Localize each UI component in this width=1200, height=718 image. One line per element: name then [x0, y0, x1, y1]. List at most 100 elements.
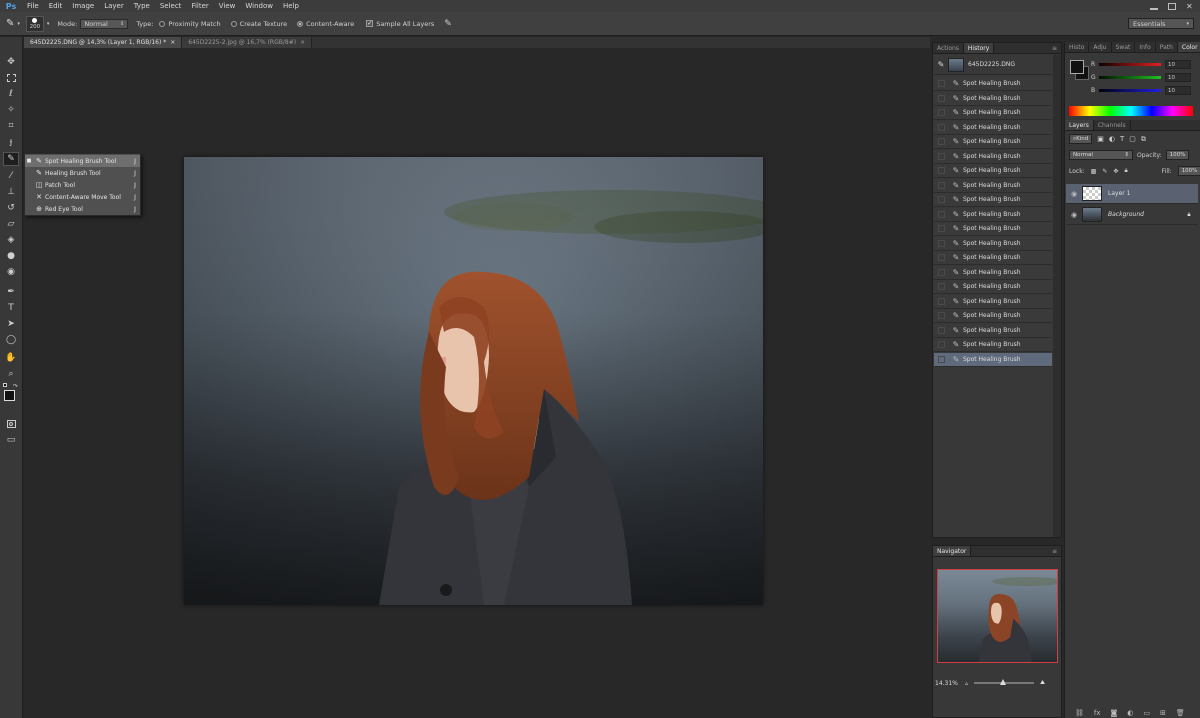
- lasso-tool-icon[interactable]: ℓ: [3, 87, 19, 101]
- tool-preset-icon[interactable]: ✎: [6, 18, 14, 29]
- history-source-checkbox[interactable]: [938, 167, 945, 174]
- eyedropper-tool-icon[interactable]: ɟ: [3, 135, 19, 149]
- navigator-preview[interactable]: [937, 569, 1058, 663]
- group-icon[interactable]: ▭: [1143, 709, 1150, 717]
- menu-select[interactable]: Select: [155, 0, 187, 12]
- layer-mask-icon[interactable]: ◙: [1111, 709, 1118, 717]
- workspace-switcher[interactable]: Essentials ▾: [1128, 18, 1194, 29]
- history-state-row[interactable]: ✎ Spot Healing Brush: [934, 265, 1052, 280]
- eraser-tool-icon[interactable]: ▱: [3, 217, 19, 231]
- red-gradient[interactable]: [1099, 63, 1161, 66]
- menu-file[interactable]: File: [22, 0, 44, 12]
- history-source-checkbox[interactable]: [938, 210, 945, 218]
- document-image[interactable]: [184, 157, 763, 605]
- history-state-row[interactable]: ✎ Spot Healing Brush: [934, 149, 1052, 164]
- filter-pixel-icon[interactable]: ▣: [1097, 135, 1104, 143]
- menu-edit[interactable]: Edit: [44, 0, 68, 12]
- close-tab-icon[interactable]: ×: [170, 39, 175, 46]
- layer-name[interactable]: Layer 1: [1108, 190, 1130, 197]
- history-source-checkbox[interactable]: [938, 254, 945, 261]
- tab-paths[interactable]: Path: [1156, 42, 1178, 52]
- flyout-item-healing-brush[interactable]: ✎ Healing Brush Tool J: [25, 167, 140, 179]
- opacity-field[interactable]: 100%: [1165, 150, 1190, 160]
- blue-gradient[interactable]: [1099, 89, 1161, 92]
- menu-help[interactable]: Help: [278, 0, 304, 12]
- menu-type[interactable]: Type: [129, 0, 155, 12]
- history-state-row[interactable]: ✎ Spot Healing Brush: [934, 352, 1052, 367]
- green-slider[interactable]: G 10: [1091, 73, 1199, 82]
- quick-selection-tool-icon[interactable]: ✧: [3, 103, 19, 117]
- filter-kind-select[interactable]: ⌕ Kind: [1069, 134, 1093, 144]
- link-layers-icon[interactable]: ⛓: [1075, 709, 1084, 717]
- visibility-eye-icon[interactable]: ◉: [1066, 190, 1082, 198]
- panel-menu-icon[interactable]: ≡: [1048, 546, 1061, 556]
- crop-tool-icon[interactable]: ⌗: [3, 119, 19, 133]
- adjustment-layer-icon[interactable]: ◐: [1127, 709, 1133, 717]
- zoom-tool-icon[interactable]: ⌕: [3, 367, 19, 381]
- color-spectrum[interactable]: [1069, 106, 1193, 116]
- filter-smart-object-icon[interactable]: ⧉: [1141, 135, 1146, 144]
- history-source-checkbox[interactable]: [938, 94, 945, 102]
- brush-size-picker[interactable]: 200: [25, 15, 44, 32]
- history-state-row[interactable]: ✎ Spot Healing Brush: [934, 236, 1052, 251]
- mode-select[interactable]: Normal ⇕: [80, 18, 129, 29]
- history-source-checkbox[interactable]: [938, 123, 945, 131]
- flyout-item-red-eye[interactable]: ⊕ Red Eye Tool J: [25, 203, 140, 215]
- history-state-row[interactable]: ✎ Spot Healing Brush: [934, 178, 1052, 193]
- zoom-out-icon[interactable]: ▵: [965, 680, 968, 687]
- foreground-color-swatch[interactable]: [1070, 60, 1084, 74]
- history-source-checkbox[interactable]: [938, 152, 945, 160]
- menu-image[interactable]: Image: [67, 0, 99, 12]
- history-source-checkbox[interactable]: [938, 138, 945, 145]
- path-selection-tool-icon[interactable]: ➤: [3, 317, 19, 331]
- history-source-checkbox[interactable]: [938, 297, 945, 305]
- swap-colors-icon[interactable]: ↷: [13, 383, 18, 390]
- tab-document-2[interactable]: 645D2225-2.jpg @ 16,7% (RGB/8#) ×: [182, 37, 313, 48]
- ellipse-tool-icon[interactable]: ◯: [3, 333, 19, 347]
- history-state-row[interactable]: ✎ Spot Healing Brush: [934, 280, 1052, 294]
- history-state-row[interactable]: ✎ Spot Healing Brush: [934, 164, 1052, 178]
- radio-proximity-match[interactable]: [159, 20, 166, 27]
- history-source-checkbox[interactable]: [938, 109, 945, 116]
- tab-histogram[interactable]: Histo: [1065, 42, 1090, 52]
- history-state-row[interactable]: ✎ Spot Healing Brush: [934, 120, 1052, 135]
- zoom-in-icon[interactable]: ⛰: [1040, 679, 1045, 687]
- spot-healing-brush-tool-icon[interactable]: ✎: [3, 152, 19, 166]
- layer-row-layer-1[interactable]: ◉ Layer 1: [1066, 184, 1198, 204]
- color-swatches[interactable]: ↷: [3, 383, 21, 406]
- lock-image-icon[interactable]: ✎: [1102, 168, 1107, 175]
- hand-tool-icon[interactable]: ✋: [3, 351, 19, 365]
- history-state-row[interactable]: ✎ Spot Healing Brush: [934, 323, 1052, 338]
- lock-all-icon[interactable]: 🔒︎: [1124, 167, 1127, 175]
- dodge-tool-icon[interactable]: ◉: [3, 265, 19, 279]
- chevron-down-icon[interactable]: ▾: [47, 21, 50, 27]
- history-source-checkbox[interactable]: [938, 225, 945, 232]
- history-source-checkbox[interactable]: [938, 268, 945, 276]
- minimize-icon[interactable]: [1150, 7, 1158, 10]
- history-state-row[interactable]: ✎ Spot Healing Brush: [934, 91, 1052, 106]
- filter-adjustment-icon[interactable]: ◐: [1109, 135, 1115, 143]
- tab-channels[interactable]: Channels: [1094, 120, 1131, 130]
- blend-mode-select[interactable]: Normal ⇕: [1069, 150, 1133, 160]
- history-source-checkbox[interactable]: [938, 355, 945, 363]
- layer-row-background[interactable]: ◉ Background 🔒︎: [1066, 205, 1198, 225]
- move-tool-icon[interactable]: ✥: [3, 55, 19, 69]
- history-state-row[interactable]: ✎ Spot Healing Brush: [934, 338, 1052, 352]
- zoom-slider[interactable]: [974, 679, 1035, 685]
- blue-value[interactable]: 10: [1165, 86, 1191, 95]
- flyout-item-spot-healing-brush[interactable]: ■ ✎ Spot Healing Brush Tool J: [25, 155, 140, 167]
- screen-mode-icon[interactable]: ▭: [3, 433, 19, 447]
- type-tool-icon[interactable]: T: [3, 301, 19, 315]
- default-colors-icon[interactable]: [3, 383, 7, 387]
- green-value[interactable]: 10: [1165, 73, 1191, 82]
- visibility-eye-icon[interactable]: ◉: [1066, 211, 1082, 219]
- menu-window[interactable]: Window: [240, 0, 278, 12]
- pressure-size-icon[interactable]: ✎: [444, 19, 452, 29]
- history-state-row[interactable]: ✎ Spot Healing Brush: [934, 77, 1052, 91]
- layer-name[interactable]: Background: [1108, 211, 1180, 218]
- history-state-row[interactable]: ✎ Spot Healing Brush: [934, 135, 1052, 149]
- lock-transparent-icon[interactable]: ▩: [1091, 168, 1097, 175]
- foreground-color-swatch[interactable]: [4, 390, 15, 401]
- sample-all-layers-checkbox[interactable]: ✓: [366, 20, 374, 27]
- tab-info[interactable]: Info: [1135, 42, 1156, 52]
